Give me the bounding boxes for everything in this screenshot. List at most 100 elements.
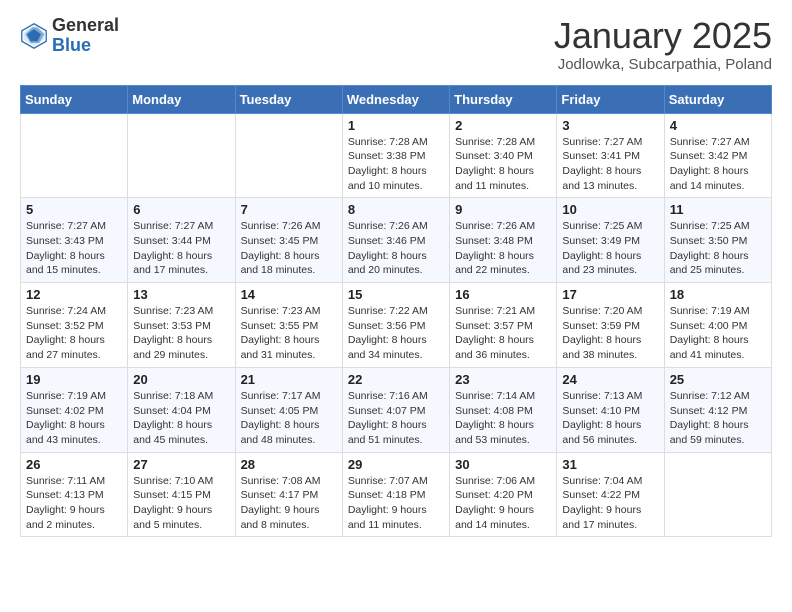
day-info: Sunrise: 7:25 AM Sunset: 3:50 PM Dayligh… <box>670 219 766 278</box>
page-header: General Blue January 2025 Jodlowka, Subc… <box>20 16 772 73</box>
weekday-header-tuesday: Tuesday <box>235 85 342 113</box>
day-info: Sunrise: 7:22 AM Sunset: 3:56 PM Dayligh… <box>348 304 444 363</box>
calendar-cell <box>664 452 771 537</box>
calendar-cell: 4 Sunrise: 7:27 AM Sunset: 3:42 PM Daylig… <box>664 113 771 198</box>
calendar-cell: 11 Sunrise: 7:25 AM Sunset: 3:50 PM Dayli… <box>664 198 771 283</box>
day-info: Sunrise: 7:13 AM Sunset: 4:10 PM Dayligh… <box>562 389 658 448</box>
calendar-cell: 28Sunrise: 7:08 AM Sunset: 4:17 PM Dayli… <box>235 452 342 537</box>
day-info: Sunrise: 7:06 AM Sunset: 4:20 PM Dayligh… <box>455 474 551 533</box>
day-number: 22 <box>348 372 444 387</box>
calendar-cell: 18 Sunrise: 7:19 AM Sunset: 4:00 PM Dayli… <box>664 283 771 368</box>
day-info: Sunrise: 7:27 AM Sunset: 3:42 PM Dayligh… <box>670 135 766 194</box>
calendar-cell: 21 Sunrise: 7:17 AM Sunset: 4:05 PM Dayli… <box>235 367 342 452</box>
weekday-header-monday: Monday <box>128 85 235 113</box>
day-number: 11 <box>670 202 766 217</box>
weekday-header-wednesday: Wednesday <box>342 85 449 113</box>
calendar-table: SundayMondayTuesdayWednesdayThursdayFrid… <box>20 85 772 538</box>
day-number: 9 <box>455 202 551 217</box>
location-subtitle: Jodlowka, Subcarpathia, Poland <box>554 56 772 73</box>
day-number: 30 <box>455 457 551 472</box>
day-info: Sunrise: 7:27 AM Sunset: 3:43 PM Dayligh… <box>26 219 122 278</box>
calendar-cell: 7 Sunrise: 7:26 AM Sunset: 3:45 PM Daylig… <box>235 198 342 283</box>
calendar-cell: 5 Sunrise: 7:27 AM Sunset: 3:43 PM Daylig… <box>21 198 128 283</box>
day-info: Sunrise: 7:10 AM Sunset: 4:15 PM Dayligh… <box>133 474 229 533</box>
title-block: January 2025 Jodlowka, Subcarpathia, Pol… <box>554 16 772 73</box>
day-info: Sunrise: 7:14 AM Sunset: 4:08 PM Dayligh… <box>455 389 551 448</box>
day-number: 16 <box>455 287 551 302</box>
day-number: 5 <box>26 202 122 217</box>
day-info: Sunrise: 7:19 AM Sunset: 4:02 PM Dayligh… <box>26 389 122 448</box>
day-number: 23 <box>455 372 551 387</box>
calendar-cell: 10 Sunrise: 7:25 AM Sunset: 3:49 PM Dayli… <box>557 198 664 283</box>
day-number: 3 <box>562 118 658 133</box>
calendar-cell: 24 Sunrise: 7:13 AM Sunset: 4:10 PM Dayli… <box>557 367 664 452</box>
day-number: 25 <box>670 372 766 387</box>
day-number: 2 <box>455 118 551 133</box>
calendar-cell: 16 Sunrise: 7:21 AM Sunset: 3:57 PM Dayli… <box>450 283 557 368</box>
calendar-cell: 20Sunrise: 7:18 AM Sunset: 4:04 PM Dayli… <box>128 367 235 452</box>
calendar-cell: 9 Sunrise: 7:26 AM Sunset: 3:48 PM Daylig… <box>450 198 557 283</box>
day-info: Sunrise: 7:12 AM Sunset: 4:12 PM Dayligh… <box>670 389 766 448</box>
day-number: 10 <box>562 202 658 217</box>
day-number: 15 <box>348 287 444 302</box>
week-row-2: 5 Sunrise: 7:27 AM Sunset: 3:43 PM Daylig… <box>21 198 772 283</box>
day-info: Sunrise: 7:04 AM Sunset: 4:22 PM Dayligh… <box>562 474 658 533</box>
weekday-header-friday: Friday <box>557 85 664 113</box>
day-number: 6 <box>133 202 229 217</box>
calendar-cell <box>21 113 128 198</box>
calendar-cell: 2Sunrise: 7:28 AM Sunset: 3:40 PM Daylig… <box>450 113 557 198</box>
day-number: 12 <box>26 287 122 302</box>
logo-icon <box>20 22 48 50</box>
logo-text: General Blue <box>52 16 119 56</box>
day-info: Sunrise: 7:21 AM Sunset: 3:57 PM Dayligh… <box>455 304 551 363</box>
day-number: 20 <box>133 372 229 387</box>
week-row-1: 1Sunrise: 7:28 AM Sunset: 3:38 PM Daylig… <box>21 113 772 198</box>
day-number: 8 <box>348 202 444 217</box>
calendar-cell: 1Sunrise: 7:28 AM Sunset: 3:38 PM Daylig… <box>342 113 449 198</box>
day-number: 21 <box>241 372 337 387</box>
calendar-cell: 30 Sunrise: 7:06 AM Sunset: 4:20 PM Dayli… <box>450 452 557 537</box>
day-number: 18 <box>670 287 766 302</box>
day-number: 7 <box>241 202 337 217</box>
calendar-cell <box>235 113 342 198</box>
calendar-cell: 15 Sunrise: 7:22 AM Sunset: 3:56 PM Dayli… <box>342 283 449 368</box>
calendar-cell: 27 Sunrise: 7:10 AM Sunset: 4:15 PM Dayli… <box>128 452 235 537</box>
day-info: Sunrise: 7:24 AM Sunset: 3:52 PM Dayligh… <box>26 304 122 363</box>
calendar-cell: 23 Sunrise: 7:14 AM Sunset: 4:08 PM Dayli… <box>450 367 557 452</box>
day-info: Sunrise: 7:26 AM Sunset: 3:46 PM Dayligh… <box>348 219 444 278</box>
calendar-cell <box>128 113 235 198</box>
month-title: January 2025 <box>554 16 772 56</box>
week-row-5: 26Sunrise: 7:11 AM Sunset: 4:13 PM Dayli… <box>21 452 772 537</box>
calendar-cell: 29Sunrise: 7:07 AM Sunset: 4:18 PM Dayli… <box>342 452 449 537</box>
day-info: Sunrise: 7:26 AM Sunset: 3:45 PM Dayligh… <box>241 219 337 278</box>
calendar-cell: 14Sunrise: 7:23 AM Sunset: 3:55 PM Dayli… <box>235 283 342 368</box>
day-info: Sunrise: 7:26 AM Sunset: 3:48 PM Dayligh… <box>455 219 551 278</box>
day-info: Sunrise: 7:17 AM Sunset: 4:05 PM Dayligh… <box>241 389 337 448</box>
calendar-cell: 17Sunrise: 7:20 AM Sunset: 3:59 PM Dayli… <box>557 283 664 368</box>
day-number: 4 <box>670 118 766 133</box>
logo: General Blue <box>20 16 119 56</box>
day-number: 1 <box>348 118 444 133</box>
day-number: 26 <box>26 457 122 472</box>
day-info: Sunrise: 7:23 AM Sunset: 3:55 PM Dayligh… <box>241 304 337 363</box>
calendar-cell: 19Sunrise: 7:19 AM Sunset: 4:02 PM Dayli… <box>21 367 128 452</box>
weekday-header-thursday: Thursday <box>450 85 557 113</box>
weekday-header-saturday: Saturday <box>664 85 771 113</box>
calendar-cell: 3Sunrise: 7:27 AM Sunset: 3:41 PM Daylig… <box>557 113 664 198</box>
weekday-header-row: SundayMondayTuesdayWednesdayThursdayFrid… <box>21 85 772 113</box>
calendar-cell: 31 Sunrise: 7:04 AM Sunset: 4:22 PM Dayli… <box>557 452 664 537</box>
day-info: Sunrise: 7:20 AM Sunset: 3:59 PM Dayligh… <box>562 304 658 363</box>
day-info: Sunrise: 7:25 AM Sunset: 3:49 PM Dayligh… <box>562 219 658 278</box>
calendar-cell: 25 Sunrise: 7:12 AM Sunset: 4:12 PM Dayli… <box>664 367 771 452</box>
day-number: 27 <box>133 457 229 472</box>
calendar-cell: 22Sunrise: 7:16 AM Sunset: 4:07 PM Dayli… <box>342 367 449 452</box>
day-info: Sunrise: 7:19 AM Sunset: 4:00 PM Dayligh… <box>670 304 766 363</box>
day-number: 24 <box>562 372 658 387</box>
calendar-cell: 8 Sunrise: 7:26 AM Sunset: 3:46 PM Daylig… <box>342 198 449 283</box>
day-info: Sunrise: 7:23 AM Sunset: 3:53 PM Dayligh… <box>133 304 229 363</box>
day-info: Sunrise: 7:27 AM Sunset: 3:44 PM Dayligh… <box>133 219 229 278</box>
day-number: 29 <box>348 457 444 472</box>
day-number: 31 <box>562 457 658 472</box>
day-info: Sunrise: 7:08 AM Sunset: 4:17 PM Dayligh… <box>241 474 337 533</box>
day-number: 13 <box>133 287 229 302</box>
